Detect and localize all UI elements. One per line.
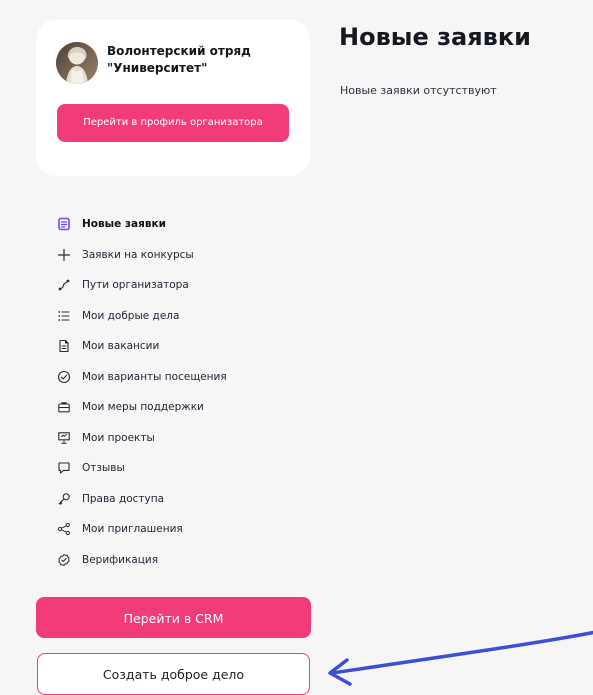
sidebar-item-label: Мои меры поддержки <box>82 401 204 413</box>
organizer-profile-button[interactable]: Перейти в профиль организатора <box>57 104 289 142</box>
create-good-deed-button[interactable]: Создать доброе дело <box>37 653 310 695</box>
check-circle-icon <box>56 369 72 385</box>
sidebar-item-label: Верификация <box>82 553 159 566</box>
sidebar-item-contest-requests[interactable]: Заявки на конкурсы <box>56 245 306 265</box>
sidebar-item-label: Мои добрые дела <box>82 309 180 322</box>
sidebar-item-label: Новые заявки <box>82 218 166 230</box>
briefcase-icon <box>56 399 72 415</box>
sidebar-item-verification[interactable]: Верификация <box>56 550 306 570</box>
organizer-avatar <box>56 42 98 84</box>
sidebar-item-label: Пути организатора <box>82 279 189 291</box>
organizer-profile-card: Волонтерский отряд "Университет" Перейти… <box>36 20 310 176</box>
chat-icon <box>56 460 72 476</box>
sidebar-item-label: Отзывы <box>82 462 125 474</box>
crm-button[interactable]: Перейти в CRM <box>36 597 311 638</box>
sidebar-item-visit-options[interactable]: Мои варианты посещения <box>56 367 306 387</box>
presentation-icon <box>56 430 72 446</box>
organizer-name: Волонтерский отряд "Университет" <box>107 44 251 75</box>
key-icon <box>56 491 72 507</box>
list-icon <box>56 308 72 324</box>
sidebar-item-label: Мои варианты посещения <box>82 370 227 383</box>
route-icon <box>56 277 72 293</box>
plus-icon <box>56 247 72 263</box>
page-title: Новые заявки <box>339 23 531 51</box>
verified-icon <box>56 552 72 568</box>
sidebar-item-my-good-deeds[interactable]: Мои добрые дела <box>56 306 306 326</box>
sidebar-item-my-invitations[interactable]: Мои приглашения <box>56 519 306 539</box>
sidebar-item-label: Мои приглашения <box>82 523 183 535</box>
empty-state-message: Новые заявки отсутствуют <box>340 84 497 97</box>
sidebar-item-access-rights[interactable]: Права доступа <box>56 489 306 509</box>
share-icon <box>56 521 72 537</box>
document-list-icon <box>56 216 72 232</box>
sidebar-item-support-measures[interactable]: Мои меры поддержки <box>56 397 306 417</box>
sidebar-item-label: Заявки на конкурсы <box>82 248 194 261</box>
sidebar-menu: Новые заявки Заявки на конкурсы Пути орг… <box>56 214 306 580</box>
document-icon <box>56 338 72 354</box>
sidebar-item-my-projects[interactable]: Мои проекты <box>56 428 306 448</box>
sidebar-item-my-vacancies[interactable]: Мои вакансии <box>56 336 306 356</box>
sidebar-item-label: Мои проекты <box>82 431 155 444</box>
sidebar-item-label: Права доступа <box>82 492 165 505</box>
sidebar-item-label: Мои вакансии <box>82 340 160 352</box>
sidebar-item-new-requests[interactable]: Новые заявки <box>56 214 306 234</box>
sidebar-item-reviews[interactable]: Отзывы <box>56 458 306 478</box>
sidebar-item-organizer-paths[interactable]: Пути организатора <box>56 275 306 295</box>
